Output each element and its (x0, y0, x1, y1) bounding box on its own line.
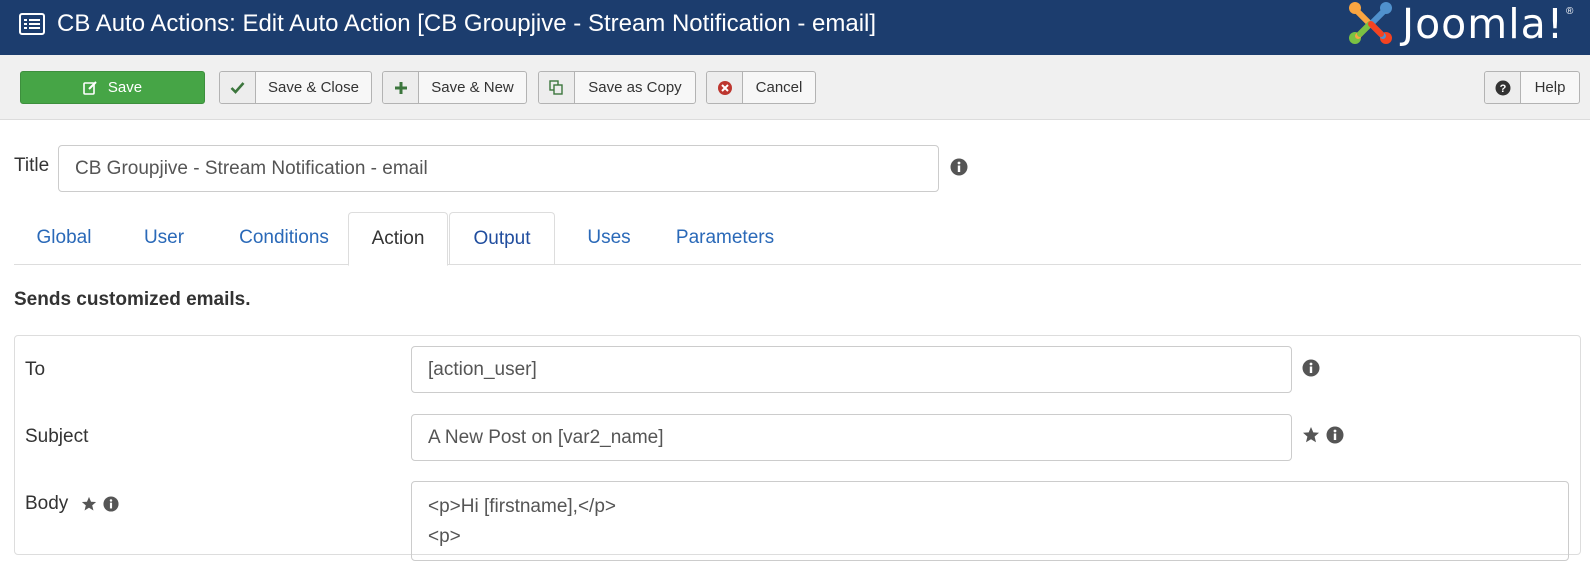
registered-mark: ® (1566, 6, 1574, 17)
tab-global[interactable]: Global (14, 212, 114, 265)
info-icon[interactable] (103, 496, 119, 512)
save-label: Save (107, 79, 143, 96)
info-icon[interactable] (950, 158, 968, 176)
page-header: CB Auto Actions: Edit Auto Action [CB Gr… (0, 0, 1590, 55)
action-description: Sends customized emails. (14, 289, 251, 310)
joomla-logo-text: Joomla! (1402, 0, 1565, 48)
body-textarea[interactable]: <p>Hi [firstname],</p> <p> (411, 481, 1569, 561)
check-icon (220, 72, 256, 103)
to-label: To (25, 359, 46, 380)
subject-input[interactable]: A New Post on [var2_name] (411, 414, 1292, 461)
toolbar: Save Save & Close Save & New Save as Cop… (0, 55, 1590, 120)
svg-text:?: ? (1499, 83, 1506, 95)
tab-uses[interactable]: Uses (569, 212, 649, 265)
tab-output[interactable]: Output (449, 212, 555, 265)
to-input[interactable]: [action_user] (411, 346, 1292, 393)
title-input[interactable]: CB Groupjive - Stream Notification - ema… (58, 145, 939, 192)
edit-icon (83, 80, 98, 95)
tab-conditions[interactable]: Conditions (214, 212, 354, 265)
question-circle-icon: ? (1485, 72, 1521, 103)
cancel-circle-icon (707, 72, 743, 103)
list-icon (19, 13, 45, 35)
save-close-button[interactable]: Save & Close (219, 71, 372, 104)
help-button[interactable]: ? Help (1484, 71, 1580, 104)
copy-icon (539, 72, 575, 103)
tab-parameters[interactable]: Parameters (660, 212, 790, 265)
subject-label: Subject (25, 426, 89, 447)
cancel-button[interactable]: Cancel (706, 71, 816, 104)
tab-bar: Global User Conditions Action Output Use… (14, 212, 1581, 266)
star-icon (1303, 427, 1319, 443)
body-label: Body (25, 493, 69, 514)
info-icon[interactable] (1302, 359, 1320, 377)
tab-action[interactable]: Action (348, 212, 448, 266)
star-icon (81, 496, 97, 511)
page-title: CB Auto Actions: Edit Auto Action [CB Gr… (57, 10, 877, 37)
tab-user[interactable]: User (124, 212, 204, 265)
save-copy-button[interactable]: Save as Copy (538, 71, 696, 104)
info-icon[interactable] (1326, 426, 1344, 444)
save-button[interactable]: Save (20, 71, 205, 104)
plus-icon (383, 72, 419, 103)
save-new-button[interactable]: Save & New (382, 71, 527, 104)
title-label: Title (14, 155, 50, 176)
